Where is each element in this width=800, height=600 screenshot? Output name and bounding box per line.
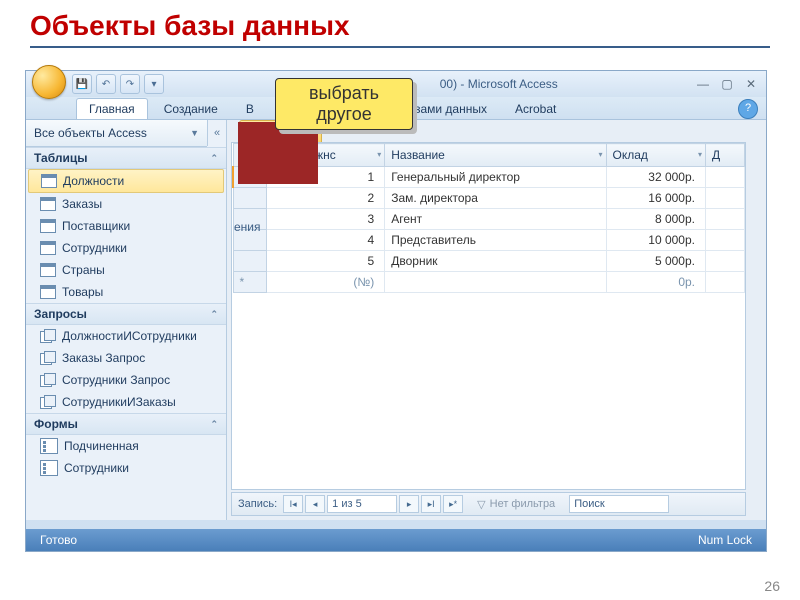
chevron-down-icon[interactable]: ▾ [698,150,702,159]
restore-icon[interactable]: ▢ [718,76,736,92]
page-number: 26 [764,578,780,594]
chevron-down-icon[interactable]: ▾ [598,150,602,159]
nav-item-zakazy[interactable]: Заказы [26,193,226,215]
table-icon [40,197,56,211]
nav-item-strany[interactable]: Страны [26,259,226,281]
nav-item-query-2[interactable]: Сотрудники Запрос [26,369,226,391]
query-icon [40,351,56,365]
nav-item-form-0[interactable]: Подчиненная [26,435,226,457]
slide-title: Объекты базы данных [0,0,800,46]
funnel-icon: ▽ [477,498,485,511]
truncated-text: ения [234,220,274,234]
record-navigator: Запись: I◂ ◂ 1 из 5 ▸ ▸I ▸* ▽Нет фильтра… [231,492,746,516]
nav-item-label: Сотрудники Запрос [62,373,170,387]
collapse-group-icon[interactable]: ⌃ [210,153,218,164]
nav-item-query-0[interactable]: ДолжностиИСотрудники [26,325,226,347]
window-title: Фирма : 6… 00) - Microsoft Access [174,77,694,91]
nav-item-label: Сотрудники [64,461,129,475]
status-ready: Готово [40,533,77,547]
new-record-icon[interactable]: ▸* [443,495,463,513]
callout-tooltip: выбратьдругое [275,78,413,130]
save-icon[interactable]: 💾 [72,74,92,94]
nav-item-query-1[interactable]: Заказы Запрос [26,347,226,369]
tab-acrobat[interactable]: Acrobat [503,99,568,119]
redo-icon[interactable]: ↷ [120,74,140,94]
status-bar: Готово Num Lock [26,529,766,551]
nav-item-sotrudniki[interactable]: Сотрудники [26,237,226,259]
next-record-icon[interactable]: ▸ [399,495,419,513]
first-record-icon[interactable]: I◂ [283,495,303,513]
office-button[interactable] [32,65,66,99]
col-salary[interactable]: Оклад▾ [606,144,706,167]
last-record-icon[interactable]: ▸I [421,495,441,513]
group-tables-label: Таблицы [34,151,87,165]
group-forms[interactable]: Формы ⌃ [26,413,226,435]
collapse-group-icon[interactable]: ⌃ [210,309,218,320]
table-row[interactable]: 3Агент8 000р. [233,209,745,230]
collapse-group-icon[interactable]: ⌃ [210,419,218,430]
search-input[interactable]: Поиск [569,495,669,513]
navigation-pane: Все объекты Access ▼ « Таблицы ⌃ Должнос… [26,120,227,520]
nav-item-postavshchiki[interactable]: Поставщики [26,215,226,237]
nav-item-label: Подчиненная [64,439,139,453]
table-icon [41,174,57,188]
current-record[interactable]: 1 из 5 [327,495,397,513]
datasheet-grid[interactable]: КодДолжнс▾ Название▾ Оклад▾ Д 1Генеральн… [231,142,746,490]
chevron-down-icon[interactable]: ▼ [190,128,199,138]
nav-item-dolzhnosti[interactable]: Должности [28,169,224,193]
nav-item-label: Товары [62,285,103,299]
table-icon [40,241,56,255]
new-record-row[interactable]: *(№)0р. [233,272,745,293]
group-queries-label: Запросы [34,307,87,321]
undo-icon[interactable]: ↶ [96,74,116,94]
nav-item-label: Страны [62,263,105,277]
nav-item-form-1[interactable]: Сотрудники [26,457,226,479]
table-icon [40,285,56,299]
close-icon[interactable]: ✕ [742,76,760,92]
nav-item-query-3[interactable]: СотрудникиИЗаказы [26,391,226,413]
minimize-icon[interactable]: — [694,76,712,92]
table-icon [40,263,56,277]
nav-item-label: Поставщики [62,219,130,233]
chevron-down-icon[interactable]: ▾ [377,150,381,159]
query-icon [40,395,56,409]
prev-record-icon[interactable]: ◂ [305,495,325,513]
table-row[interactable]: 5Дворник5 000р. [233,251,745,272]
nav-header[interactable]: Все объекты Access ▼ [26,120,207,147]
group-forms-label: Формы [34,417,78,431]
tab-home[interactable]: Главная [76,98,148,119]
help-icon[interactable]: ? [738,99,758,119]
recnav-label: Запись: [238,498,277,510]
status-numlock: Num Lock [698,533,752,547]
table-row[interactable]: 4Представитель10 000р. [233,230,745,251]
query-icon [40,329,56,343]
group-tables[interactable]: Таблицы ⌃ [26,147,226,169]
form-icon [40,460,58,476]
tab-external[interactable]: В [234,99,266,119]
nav-item-label: Должности [63,174,124,188]
filter-indicator[interactable]: ▽Нет фильтра [477,498,555,511]
form-icon [40,438,58,454]
nav-item-label: СотрудникиИЗаказы [62,395,176,409]
nav-item-label: ДолжностиИСотрудники [62,329,197,343]
red-highlight-block [238,122,318,184]
collapse-pane-icon[interactable]: « [207,120,226,146]
col-name[interactable]: Название▾ [385,144,606,167]
col-extra[interactable]: Д [706,144,745,167]
nav-header-label: Все объекты Access [34,126,147,140]
access-window: 💾 ↶ ↷ ▾ Фирма : 6… 00) - Microsoft Acces… [25,70,767,552]
nav-item-label: Заказы [62,197,102,211]
table-row[interactable]: 2Зам. директора16 000р. [233,188,745,209]
nav-item-tovary[interactable]: Товары [26,281,226,303]
title-rule [30,46,770,48]
tab-create[interactable]: Создание [152,99,230,119]
nav-item-label: Сотрудники [62,241,127,255]
quick-access-toolbar: 💾 ↶ ↷ ▾ [72,74,164,94]
table-icon [40,219,56,233]
nav-item-label: Заказы Запрос [62,351,145,365]
query-icon [40,373,56,387]
qat-more-icon[interactable]: ▾ [144,74,164,94]
group-queries[interactable]: Запросы ⌃ [26,303,226,325]
